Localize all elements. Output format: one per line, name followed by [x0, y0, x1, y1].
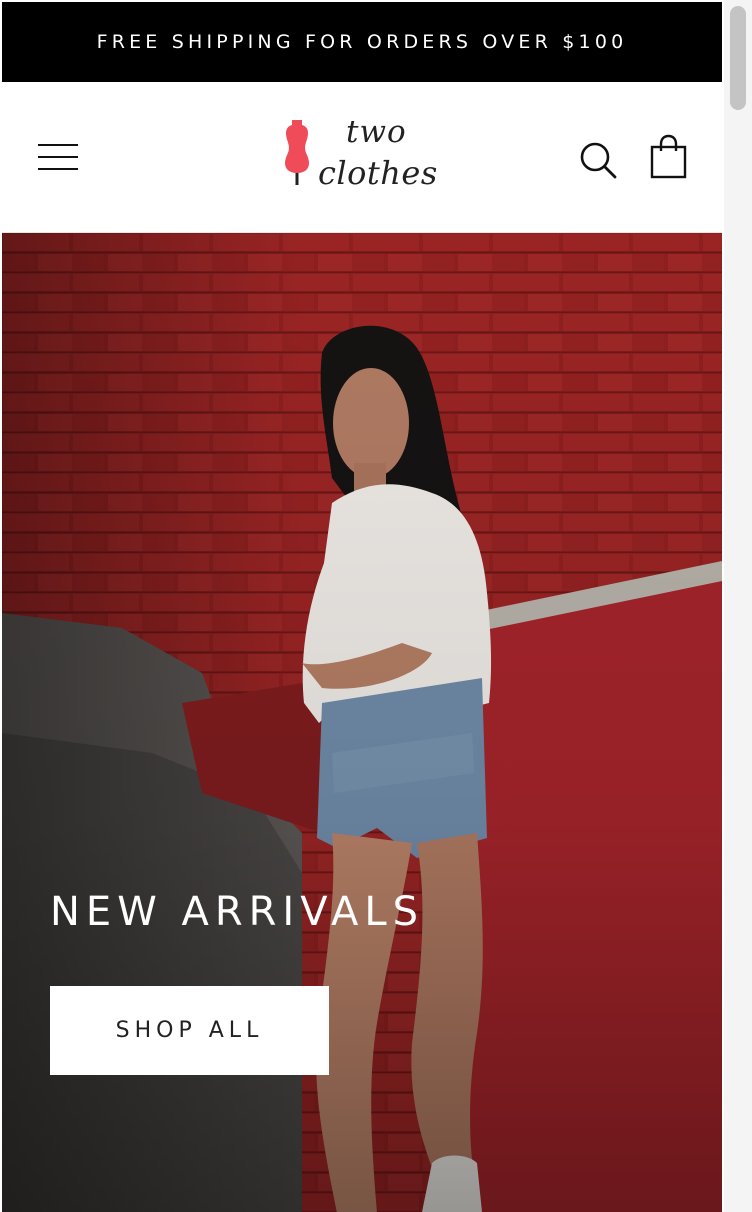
shop-all-button[interactable]: SHOP ALL	[50, 986, 329, 1075]
hero-title: NEW ARRIVALS	[50, 889, 425, 935]
hamburger-menu-icon[interactable]	[38, 142, 78, 174]
logo-text-line1: two	[346, 114, 407, 150]
scrollbar-thumb[interactable]	[730, 6, 746, 110]
dress-form-icon	[285, 120, 309, 185]
site-logo[interactable]: two clothes	[280, 114, 450, 194]
site-header: two clothes	[2, 82, 722, 233]
search-icon[interactable]	[578, 140, 618, 180]
hero-banner: NEW ARRIVALS SHOP ALL	[2, 233, 722, 1212]
shopping-bag-icon[interactable]	[648, 134, 690, 180]
shop-all-label: SHOP ALL	[115, 1018, 264, 1043]
scrollbar[interactable]	[724, 0, 752, 1212]
announcement-bar: FREE SHIPPING FOR ORDERS OVER $100	[2, 2, 722, 82]
announcement-text: FREE SHIPPING FOR ORDERS OVER $100	[96, 31, 628, 53]
logo-text-line2: clothes	[318, 154, 438, 192]
page: FREE SHIPPING FOR ORDERS OVER $100 two c…	[2, 2, 722, 1212]
